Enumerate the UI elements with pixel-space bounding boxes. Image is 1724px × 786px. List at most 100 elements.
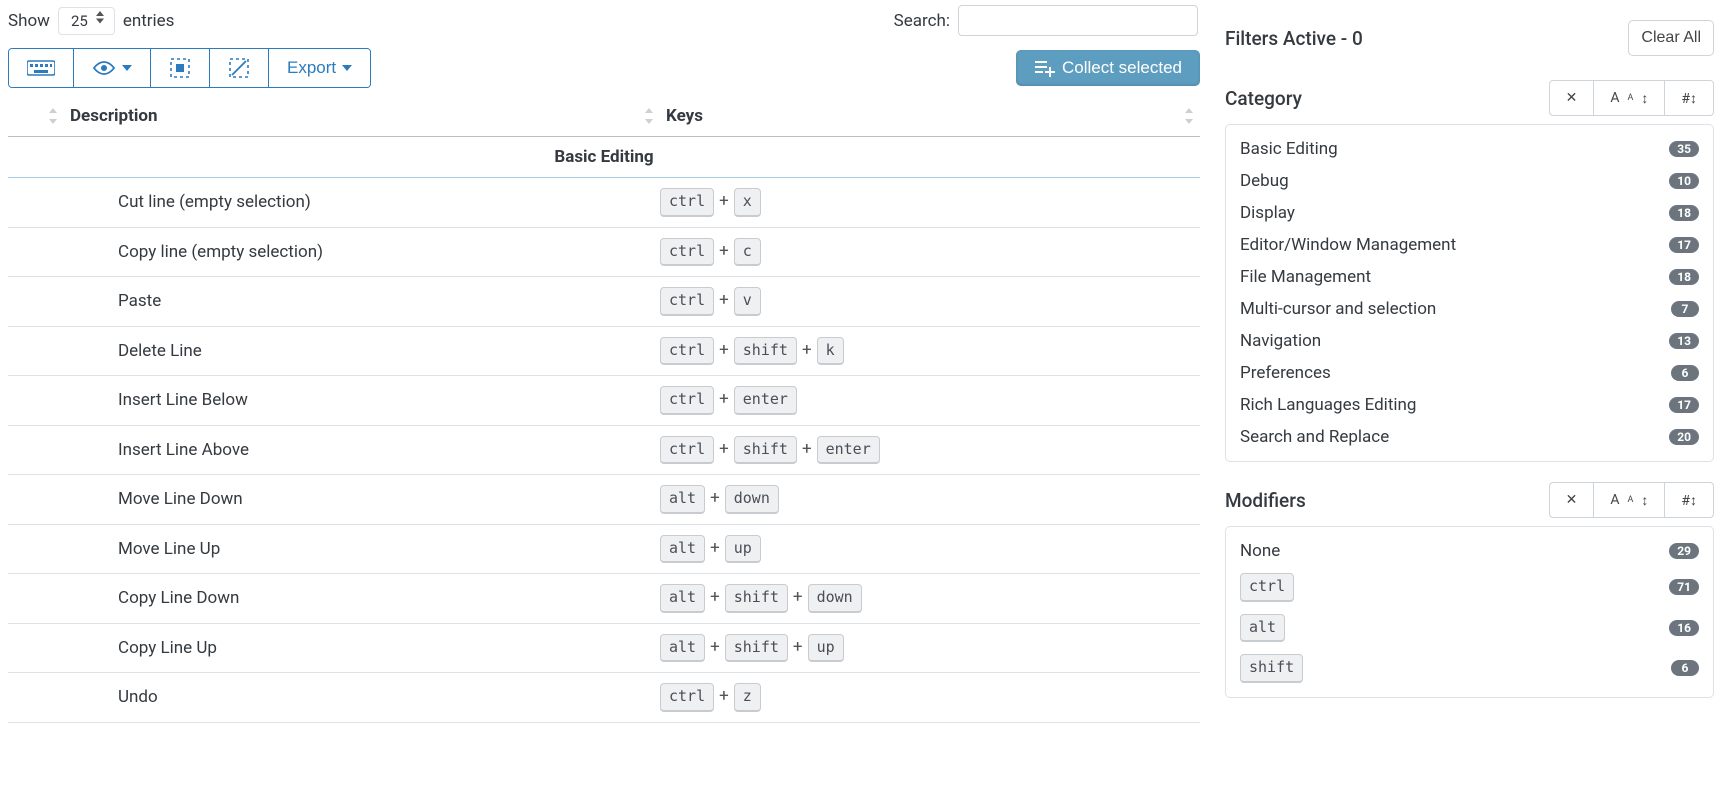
- show-label-pre: Show: [8, 11, 50, 31]
- description-cell: Undo: [64, 673, 660, 723]
- category-filter-item[interactable]: Multi-cursor and selection7: [1240, 293, 1699, 325]
- caret-down-icon: [342, 65, 352, 71]
- key-ctrl: ctrl: [660, 386, 714, 415]
- deselect-all-icon: [228, 57, 250, 79]
- key-up: up: [725, 535, 761, 564]
- category-filter-item[interactable]: Display18: [1240, 197, 1699, 229]
- category-filter-item[interactable]: Search and Replace20: [1240, 421, 1699, 453]
- category-filter-item[interactable]: Navigation13: [1240, 325, 1699, 357]
- table-row[interactable]: Insert Line Abovectrl+shift+enter: [8, 425, 1200, 475]
- category-filter-item[interactable]: Rich Languages Editing17: [1240, 389, 1699, 421]
- select-all-icon: [169, 57, 191, 79]
- close-icon: ✕: [1558, 488, 1586, 512]
- sort-count-button[interactable]: #↕: [1665, 483, 1713, 517]
- category-filter-item[interactable]: File Management18: [1240, 261, 1699, 293]
- table-row[interactable]: Move Line Upalt+up: [8, 524, 1200, 574]
- category-filter-item[interactable]: Debug10: [1240, 165, 1699, 197]
- clear-modifiers-button[interactable]: ✕: [1550, 483, 1595, 517]
- keyboard-icon: [27, 59, 55, 77]
- count-badge: 16: [1669, 620, 1699, 636]
- category-title: Category: [1225, 87, 1302, 110]
- modifiers-sort-group: ✕ AA↕ #↕: [1549, 482, 1714, 518]
- category-filter-item[interactable]: Preferences6: [1240, 357, 1699, 389]
- table-row[interactable]: Undoctrl+z: [8, 673, 1200, 723]
- count-badge: 17: [1669, 397, 1699, 413]
- clear-all-button[interactable]: Clear All: [1628, 20, 1714, 56]
- keys-cell: ctrl+shift+k: [660, 326, 1200, 376]
- table-row[interactable]: Copy Line Upalt+shift+up: [8, 623, 1200, 673]
- modifier-filter-item[interactable]: ctrl71: [1240, 567, 1699, 608]
- table-row[interactable]: Insert Line Belowctrl+enter: [8, 376, 1200, 426]
- table-row[interactable]: Delete Linectrl+shift+k: [8, 326, 1200, 376]
- key-shift: shift: [734, 436, 797, 465]
- group-header-row: Basic Editing: [8, 137, 1200, 178]
- sort-icon: [48, 108, 58, 124]
- clear-category-button[interactable]: ✕: [1550, 81, 1595, 115]
- description-cell: Copy Line Down: [64, 574, 660, 624]
- collect-selected-button[interactable]: Collect selected: [1016, 50, 1200, 86]
- key-down: down: [808, 584, 862, 613]
- count-badge: 17: [1669, 237, 1699, 253]
- table-row[interactable]: Cut line (empty selection)ctrl+x: [8, 178, 1200, 228]
- keys-cell: ctrl+shift+enter: [660, 425, 1200, 475]
- modifiers-title: Modifiers: [1225, 489, 1306, 512]
- category-filter-item[interactable]: Editor/Window Management17: [1240, 229, 1699, 261]
- description-cell: Cut line (empty selection): [64, 178, 660, 228]
- visibility-button[interactable]: [74, 49, 151, 87]
- keys-cell: alt+shift+down: [660, 574, 1200, 624]
- key-shift: shift: [725, 634, 788, 663]
- keys-cell: ctrl+enter: [660, 376, 1200, 426]
- description-cell: Insert Line Below: [64, 376, 660, 426]
- table-row[interactable]: Copy line (empty selection)ctrl+c: [8, 227, 1200, 277]
- count-badge: 7: [1671, 301, 1699, 317]
- keys-cell: alt+down: [660, 475, 1200, 525]
- key-alt: alt: [660, 634, 705, 663]
- deselect-all-button[interactable]: [210, 49, 269, 87]
- sort-count-button[interactable]: #↕: [1665, 81, 1713, 115]
- search-input[interactable]: [958, 5, 1198, 36]
- sort-icon: [644, 108, 654, 124]
- checkbox-column-header[interactable]: [8, 96, 64, 137]
- sort-numeric-icon: #↕: [1673, 488, 1705, 513]
- category-panel: Basic Editing35Debug10Display18Editor/Wi…: [1225, 124, 1714, 462]
- key-enter: enter: [817, 436, 880, 465]
- caret-down-icon: [122, 65, 132, 71]
- key-k: k: [817, 337, 844, 366]
- modifier-filter-item[interactable]: alt16: [1240, 608, 1699, 649]
- count-badge: 13: [1669, 333, 1699, 349]
- count-badge: 35: [1669, 141, 1699, 157]
- key-x: x: [734, 188, 761, 217]
- export-button[interactable]: Export: [269, 49, 370, 87]
- description-column-header[interactable]: Description: [64, 96, 660, 137]
- entries-select[interactable]: 25: [58, 7, 115, 35]
- key-ctrl: ctrl: [660, 436, 714, 465]
- key-shift: shift: [734, 337, 797, 366]
- modifier-filter-item[interactable]: None29: [1240, 535, 1699, 567]
- count-badge: 20: [1669, 429, 1699, 445]
- keys-column-header[interactable]: Keys: [660, 96, 1200, 137]
- table-row[interactable]: Move Line Downalt+down: [8, 475, 1200, 525]
- keys-cell: ctrl+z: [660, 673, 1200, 723]
- key-alt: alt: [660, 485, 705, 514]
- select-all-button[interactable]: [151, 49, 210, 87]
- key-z: z: [734, 683, 761, 712]
- modifier-filter-item[interactable]: shift6: [1240, 648, 1699, 689]
- key-ctrl: ctrl: [660, 287, 714, 316]
- category-filter-item[interactable]: Basic Editing35: [1240, 133, 1699, 165]
- key-up: up: [808, 634, 844, 663]
- table-row[interactable]: Copy Line Downalt+shift+down: [8, 574, 1200, 624]
- sort-alpha-button[interactable]: AA↕: [1594, 483, 1665, 517]
- description-cell: Move Line Up: [64, 524, 660, 574]
- description-cell: Move Line Down: [64, 475, 660, 525]
- playlist-add-icon: [1034, 59, 1056, 77]
- key-alt: alt: [660, 535, 705, 564]
- close-icon: ✕: [1558, 86, 1586, 110]
- count-badge: 6: [1671, 660, 1699, 676]
- modifiers-panel: None29ctrl71alt16shift6: [1225, 526, 1714, 698]
- keyboard-button[interactable]: [9, 49, 74, 87]
- count-badge: 10: [1669, 173, 1699, 189]
- description-cell: Delete Line: [64, 326, 660, 376]
- table-row[interactable]: Pastectrl+v: [8, 277, 1200, 327]
- sort-numeric-icon: #↕: [1673, 86, 1705, 111]
- sort-alpha-button[interactable]: AA↕: [1594, 81, 1665, 115]
